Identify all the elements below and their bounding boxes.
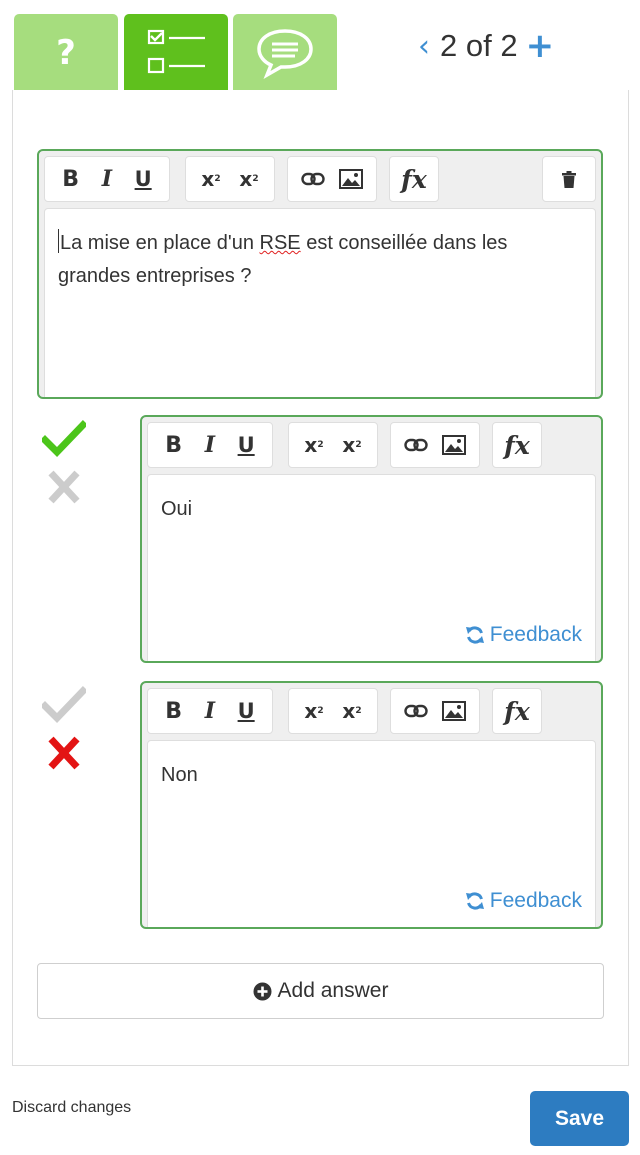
underline-button[interactable]: U [238,696,255,726]
add-answer-button[interactable]: Add answer [37,963,604,1019]
link-icon[interactable] [301,164,325,194]
formula-group: fx [389,156,439,202]
mark-correct-button-answer-1[interactable] [40,420,88,458]
tab-quiz[interactable] [124,14,228,91]
underline-button[interactable]: U [135,164,152,194]
chevron-left-icon[interactable]: ‹ [418,29,430,64]
question-editor: B I U x2 x2 fx La mise en place d'un RSE… [37,149,603,399]
cross-icon [48,736,80,770]
question-mark-icon: ? [56,32,76,73]
refresh-icon [465,892,484,909]
delete-group [542,156,596,202]
formula-button[interactable]: fx [401,164,427,194]
subscript-button[interactable]: x2 [342,696,361,726]
formula-button[interactable]: fx [504,430,530,460]
answer-text-area[interactable]: Non Feedback [147,740,596,927]
checklist-icon [147,29,205,73]
bold-button[interactable]: B [165,430,182,460]
answer-editor-2: B I U x2 x2 fx Non Feedback [140,681,603,929]
text-caret [58,229,59,253]
mark-wrong-button-answer-2[interactable] [42,734,86,772]
page-counter: 2 of 2 [440,28,518,63]
feedback-link[interactable]: Feedback [465,884,582,917]
tab-comments[interactable] [233,14,337,91]
mark-wrong-button-answer-1[interactable] [42,468,86,506]
underline-button[interactable]: U [238,430,255,460]
question-pager: ‹ 2 of 2 + [418,26,554,66]
italic-button[interactable]: I [205,696,215,726]
checkmark-icon [40,686,88,723]
plus-circle-icon [253,982,272,1000]
bold-button[interactable]: B [62,164,79,194]
answer-editor-1: B I U x2 x2 fx Oui Feedback [140,415,603,663]
formula-button[interactable]: fx [504,696,530,726]
format-group: B I U [44,156,170,202]
script-group: x2 x2 [185,156,275,202]
image-icon[interactable] [339,164,363,194]
mark-correct-button-answer-2[interactable] [40,686,88,724]
superscript-button[interactable]: x2 [304,430,323,460]
link-icon[interactable] [404,430,428,460]
insert-group [287,156,377,202]
trash-icon[interactable] [562,164,576,194]
image-icon[interactable] [442,696,466,726]
italic-button[interactable]: I [205,430,215,460]
cross-icon [48,470,80,504]
superscript-button[interactable]: x2 [201,164,220,194]
tab-help[interactable]: ? [14,14,118,91]
feedback-link[interactable]: Feedback [465,618,582,651]
spellcheck-word: RSE [259,232,301,254]
checkmark-icon [40,420,88,457]
answer-text-area[interactable]: Oui Feedback [147,474,596,661]
discard-changes-link[interactable]: Discard changes [12,1099,131,1117]
editor-toolbar: B I U x2 x2 fx [147,422,596,468]
answer-text: Non [161,764,198,786]
editor-toolbar: B I U x2 x2 fx [147,688,596,734]
plus-icon[interactable]: + [526,29,555,63]
bold-button[interactable]: B [165,696,182,726]
save-button[interactable]: Save [530,1091,629,1146]
subscript-button[interactable]: x2 [342,430,361,460]
answer-text: Oui [161,498,193,520]
superscript-button[interactable]: x2 [304,696,323,726]
link-icon[interactable] [404,696,428,726]
speech-bubble-icon [257,28,313,79]
question-text-area[interactable]: La mise en place d'un RSE est conseillée… [44,208,596,397]
subscript-button[interactable]: x2 [239,164,258,194]
italic-button[interactable]: I [102,164,112,194]
editor-toolbar: B I U x2 x2 fx [44,156,596,202]
image-icon[interactable] [442,430,466,460]
refresh-icon [465,626,484,643]
